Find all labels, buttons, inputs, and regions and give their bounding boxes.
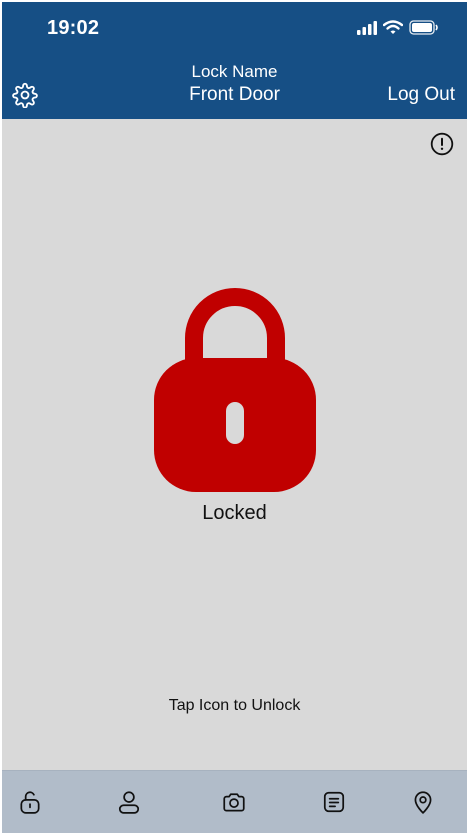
lock-toggle-button[interactable] xyxy=(154,286,316,492)
cellular-signal-icon xyxy=(357,20,377,35)
lock-status-label: Locked xyxy=(202,502,267,524)
status-icons xyxy=(357,20,439,35)
logout-button[interactable]: Log Out xyxy=(387,84,455,106)
lock-name-caption: Lock Name xyxy=(191,62,278,81)
settings-button[interactable] xyxy=(12,82,38,109)
wifi-icon xyxy=(383,20,403,34)
app-header: 19:02 Lock Name Front Door Log Out xyxy=(2,2,467,119)
nav-item-log[interactable] xyxy=(321,789,347,815)
nav-item-location[interactable] xyxy=(410,789,436,815)
bottom-nav xyxy=(2,770,467,833)
location-icon xyxy=(414,791,432,814)
unlock-icon xyxy=(20,791,40,814)
nav-item-user[interactable] xyxy=(116,789,142,815)
info-button[interactable] xyxy=(430,132,454,156)
nav-item-camera[interactable] xyxy=(221,789,247,815)
camera-icon xyxy=(223,793,245,812)
log-icon xyxy=(323,791,345,813)
padlock-locked-icon xyxy=(154,288,316,492)
unlock-hint: Tap Icon to Unlock xyxy=(168,697,301,714)
info-icon xyxy=(430,132,454,156)
app-screen: 19:02 Lock Name Front Door Log Out Locke… xyxy=(2,2,467,833)
status-time: 19:02 xyxy=(47,17,100,39)
battery-icon xyxy=(409,20,438,35)
user-icon xyxy=(118,791,140,814)
nav-item-unlock[interactable] xyxy=(17,789,43,815)
gear-icon xyxy=(12,82,38,109)
